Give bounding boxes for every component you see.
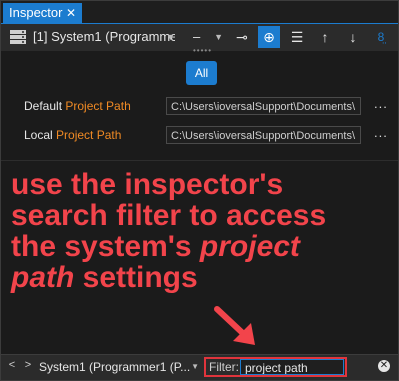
crosshair-icon: ⊕ xyxy=(263,29,275,45)
annotation-arrow-icon xyxy=(214,306,255,345)
bottom-system-value: System1 (Programmer1 (P... xyxy=(39,360,191,374)
previous-button[interactable]: < xyxy=(6,359,18,371)
system-select[interactable]: [1] System1 (Programme ▼ xyxy=(33,27,175,47)
crosshair-button[interactable]: ⊕ xyxy=(258,26,280,48)
filter-options-icon: 8̤ xyxy=(377,30,385,44)
move-up-button[interactable]: ↑ xyxy=(314,26,336,48)
tab-close-icon[interactable]: ✕ xyxy=(66,3,76,23)
inspector-window: Inspector ✕ [1] System1 (Programme ▼ – ▼… xyxy=(0,0,399,381)
tab-title: Inspector xyxy=(9,5,63,20)
clear-filter-icon[interactable]: ✕ xyxy=(378,360,390,372)
chevron-down-icon: ▼ xyxy=(166,32,175,42)
chevron-down-icon: ▼ xyxy=(214,32,223,42)
divider xyxy=(1,160,398,161)
next-button[interactable]: > xyxy=(22,359,34,371)
filter-input[interactable]: project path xyxy=(240,359,344,375)
default-project-path-field[interactable]: C:\Users\ioversalSupport\Documents\ xyxy=(166,97,361,115)
all-button[interactable]: All xyxy=(186,61,217,85)
property-row-default-project-path: Default Project Path C:\Users\ioversalSu… xyxy=(1,96,398,118)
pin-icon: ⊸ xyxy=(236,29,248,45)
browse-button[interactable]: ... xyxy=(374,125,388,140)
property-label: Default Project Path xyxy=(24,99,131,113)
bottom-system-select[interactable]: System1 (Programmer1 (P... ▼ xyxy=(39,358,199,376)
arrow-up-icon: ↑ xyxy=(321,29,329,45)
property-label: Local Project Path xyxy=(24,128,122,142)
arrow-down-icon: ↓ xyxy=(349,29,357,45)
pin-button[interactable]: ⊸ xyxy=(231,26,253,48)
annotation-text: use the inspector's search filter to acc… xyxy=(11,168,327,294)
tab-inspector[interactable]: Inspector ✕ xyxy=(3,3,82,23)
filter-options-button[interactable]: 8̤ xyxy=(370,26,392,48)
list-icon: ☰ xyxy=(290,29,304,45)
tab-bar: Inspector ✕ xyxy=(1,1,398,23)
level-select[interactable]: – ▼ xyxy=(183,27,223,47)
list-button[interactable]: ☰ xyxy=(286,26,308,48)
level-select-value: – xyxy=(193,29,201,44)
filter-label: Filter: xyxy=(209,360,239,374)
property-row-local-project-path: Local Project Path C:\Users\ioversalSupp… xyxy=(1,125,398,147)
splitter-handle[interactable]: ••••• xyxy=(193,47,211,55)
move-down-button[interactable]: ↓ xyxy=(342,26,364,48)
system-icon xyxy=(10,30,26,44)
bottom-bar: < > System1 (Programmer1 (P... ▼ Filter:… xyxy=(1,354,398,380)
local-project-path-field[interactable]: C:\Users\ioversalSupport\Documents\ xyxy=(166,126,361,144)
browse-button[interactable]: ... xyxy=(374,96,388,111)
system-select-value: [1] System1 (Programme xyxy=(33,29,175,44)
chevron-down-icon: ▼ xyxy=(191,362,199,371)
